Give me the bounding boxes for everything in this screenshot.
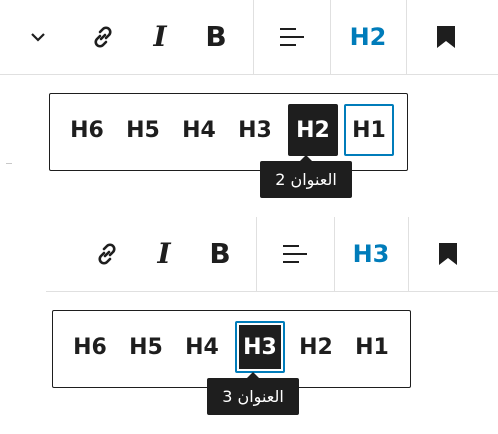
toolbar-divider [253,0,254,74]
heading-level-h1[interactable]: H1 [344,104,394,156]
heading-level-h3[interactable]: H3 [230,104,280,156]
tooltip: العنوان 2 [260,155,352,198]
toolbar-divider [330,0,331,74]
heading-level-h6[interactable]: H6 [62,104,112,156]
toolbar-divider [256,217,257,291]
bold-button[interactable]: B [190,0,242,74]
heading-level-h2[interactable]: H2 [288,104,338,156]
italic-icon: I [157,237,171,270]
link-button[interactable] [80,217,134,291]
divider [6,163,12,164]
toolbar-divider [406,0,407,74]
align-icon [283,245,307,263]
align-icon [280,28,304,46]
block-toolbar-top: I B H2 [0,0,498,75]
heading-level-h2[interactable]: H2 [291,321,341,373]
heading-level-label: H2 [349,23,387,51]
heading-level-h4[interactable]: H4 [174,104,224,156]
heading-level-h3[interactable]: H3 [235,321,285,373]
heading-level-dropdown: H6 H5 H4 H3 H2 H1 [49,93,408,171]
heading-level-h1[interactable]: H1 [347,321,397,373]
bold-icon: B [205,20,227,53]
toolbar-divider [408,217,409,291]
bookmark-icon [439,243,457,265]
heading-level-h6[interactable]: H6 [65,321,115,373]
align-button[interactable] [264,217,326,291]
link-icon [94,26,112,48]
block-toolbar-bottom: I B H3 [46,217,498,292]
bookmark-button[interactable] [420,217,476,291]
link-button[interactable] [76,0,130,74]
heading-level-button[interactable]: H3 [338,217,404,291]
heading-level-h5[interactable]: H5 [118,104,168,156]
heading-level-label: H3 [352,240,390,268]
italic-button[interactable]: I [136,0,184,74]
bold-icon: B [209,237,231,270]
italic-button[interactable]: I [140,217,188,291]
heading-level-dropdown: H6 H5 H4 H3 H2 H1 [52,310,411,388]
bookmark-icon [437,26,455,48]
chevron-down-icon [31,33,45,42]
heading-level-h4[interactable]: H4 [177,321,227,373]
align-button[interactable] [262,0,322,74]
bold-button[interactable]: B [194,217,246,291]
bookmark-button[interactable] [418,0,474,74]
toolbar-divider [334,217,335,291]
tooltip: العنوان 3 [207,372,299,415]
heading-level-h5[interactable]: H5 [121,321,171,373]
heading-level-button[interactable]: H2 [334,0,402,74]
link-icon [98,243,116,265]
italic-icon: I [153,20,167,53]
more-options-button[interactable] [12,0,64,74]
